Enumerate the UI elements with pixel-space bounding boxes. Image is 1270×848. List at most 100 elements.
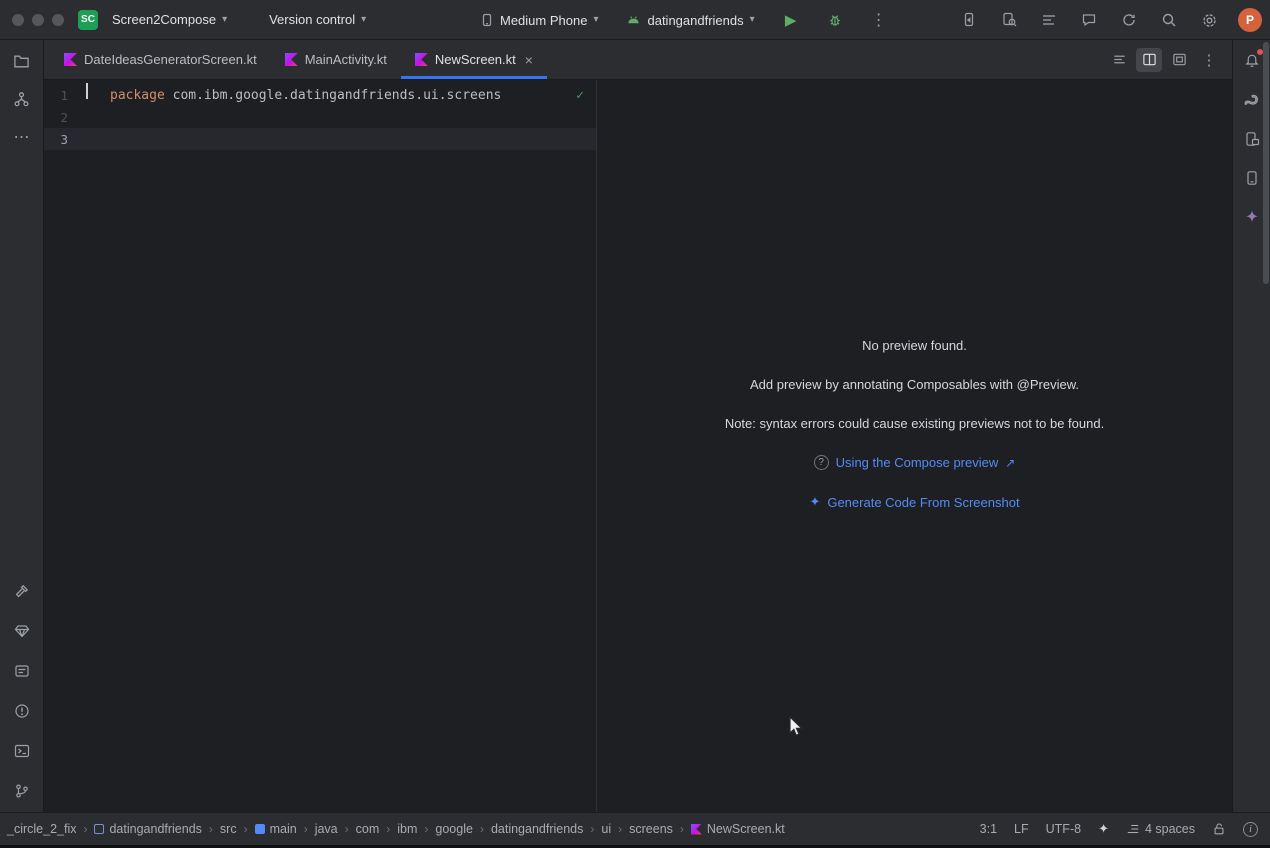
compose-preview-doc-link[interactable]: ? Using the Compose preview ↗	[814, 455, 1016, 470]
editor-line-3[interactable]: 3	[44, 128, 596, 150]
problems-toolwindow-button[interactable]	[8, 698, 36, 724]
breadcrumb-item[interactable]: ibm	[394, 820, 420, 838]
breadcrumb-item[interactable]: main	[252, 820, 300, 838]
gradle-icon	[1243, 92, 1260, 109]
tab-options-button[interactable]: ⋮	[1196, 48, 1222, 72]
terminal-toolwindow-button[interactable]	[8, 738, 36, 764]
source-root-icon	[255, 824, 265, 834]
app-icon: SC	[78, 10, 98, 30]
build-toolwindow-button[interactable]	[8, 578, 36, 604]
run-configuration-selector[interactable]: datingandfriends ▾	[620, 9, 760, 32]
sync-button[interactable]	[1112, 6, 1146, 34]
window-zoom-button[interactable]	[52, 14, 64, 26]
split-view-button[interactable]	[1136, 48, 1162, 72]
search-button[interactable]	[1152, 6, 1186, 34]
breadcrumb-item[interactable]: java	[312, 820, 341, 838]
kebab-icon: ⋮	[865, 10, 893, 30]
breadcrumb-item[interactable]: datingandfriends	[91, 820, 204, 838]
inspections-ok-icon[interactable]: ✓	[576, 88, 584, 103]
sync-icon	[1121, 12, 1137, 28]
code-text: package com.ibm.google.datingandfriends.…	[110, 88, 501, 103]
encoding-widget[interactable]: UTF-8	[1046, 822, 1081, 836]
caret-position-widget[interactable]: 3:1	[980, 822, 997, 836]
tab-mainactivity[interactable]: MainActivity.kt	[271, 40, 401, 79]
app-quality-insights-toolwindow-button[interactable]	[8, 618, 36, 644]
breadcrumb-item[interactable]: google	[432, 820, 476, 838]
chevron-down-icon: ▾	[222, 15, 227, 25]
chevron-right-icon: ›	[385, 822, 391, 836]
logcat-toolwindow-button[interactable]	[8, 658, 36, 684]
android-icon	[626, 13, 641, 27]
titlebar: SC Screen2Compose ▾ Version control ▾ Me…	[0, 0, 1270, 40]
chevron-right-icon: ›	[589, 822, 595, 836]
tab-label: DateIdeasGeneratorScreen.kt	[84, 52, 257, 67]
run-button[interactable]: ▶	[777, 6, 805, 34]
search-icon	[1161, 12, 1177, 28]
breadcrumb-item[interactable]: com	[353, 820, 383, 838]
gradle-toolwindow-button[interactable]	[1238, 87, 1266, 113]
settings-button[interactable]	[1192, 6, 1226, 34]
compose-preview-panel: No preview found. Add preview by annotat…	[596, 80, 1232, 812]
code-editor[interactable]: 1 package com.ibm.google.datingandfriend…	[44, 80, 596, 812]
breadcrumb-item[interactable]: ui	[598, 820, 614, 838]
more-toolwindows-button[interactable]: ⋯	[8, 124, 36, 150]
window-controls[interactable]	[0, 14, 78, 26]
breadcrumb-item[interactable]: NewScreen.kt	[688, 820, 788, 838]
chevron-right-icon: ›	[423, 822, 429, 836]
terminal-icon	[14, 743, 30, 759]
project-toolwindow-button[interactable]	[8, 48, 36, 74]
line-separator-widget[interactable]: LF	[1014, 822, 1029, 836]
chevron-right-icon: ›	[208, 822, 214, 836]
debug-button[interactable]	[821, 6, 849, 34]
preview-message-note: Note: syntax errors could cause existing…	[725, 416, 1104, 431]
tab-newscreen[interactable]: NewScreen.kt ×	[401, 40, 547, 79]
structure-toolwindow-button[interactable]	[8, 86, 36, 112]
design-view-button[interactable]	[1166, 48, 1192, 72]
editor-line-1[interactable]: 1 package com.ibm.google.datingandfriend…	[44, 84, 596, 106]
split-view-icon	[1142, 52, 1157, 67]
logcat-button[interactable]	[1032, 6, 1066, 34]
info-widget[interactable]: i	[1243, 822, 1258, 837]
breadcrumb-item[interactable]: src	[217, 820, 240, 838]
indent-widget[interactable]: 4 spaces	[1126, 822, 1195, 836]
folder-icon	[13, 53, 30, 70]
app-insights-button[interactable]	[1072, 6, 1106, 34]
version-control-menu[interactable]: Version control ▾	[263, 8, 372, 31]
close-icon[interactable]: ×	[525, 52, 533, 68]
notifications-button[interactable]	[1238, 48, 1266, 74]
gemini-status-icon[interactable]: ✦	[1098, 821, 1109, 837]
gemini-toolwindow-button[interactable]	[1238, 204, 1266, 230]
device-selector[interactable]: Medium Phone ▾	[474, 9, 604, 32]
hammer-icon	[14, 583, 30, 599]
project-selector[interactable]: Screen2Compose ▾	[106, 8, 233, 31]
breadcrumb-item[interactable]: screens	[626, 820, 676, 838]
preview-message-hint: Add preview by annotating Composables wi…	[750, 377, 1079, 392]
editor-tabbar: DateIdeasGeneratorScreen.kt MainActivity…	[44, 40, 1232, 80]
chevron-right-icon: ›	[243, 822, 249, 836]
gemini-icon	[1244, 209, 1260, 225]
editor-line-2[interactable]: 2	[44, 106, 596, 128]
generate-code-link[interactable]: ✦ Generate Code From Screenshot	[809, 494, 1019, 510]
code-view-icon	[1112, 52, 1127, 67]
problems-icon	[14, 703, 30, 719]
device-mirroring-icon	[961, 12, 977, 28]
tab-dateideasgeneratorscreen[interactable]: DateIdeasGeneratorScreen.kt	[50, 40, 271, 79]
help-icon: ?	[814, 455, 829, 470]
version-control-toolwindow-button[interactable]	[8, 778, 36, 804]
avatar[interactable]: P	[1238, 8, 1262, 32]
more-actions-button[interactable]: ⋮	[865, 6, 893, 34]
git-branch-icon	[14, 783, 30, 799]
write-access-widget[interactable]	[1212, 822, 1226, 836]
device-mirroring-button[interactable]	[952, 6, 986, 34]
device-manager-icon	[1244, 170, 1260, 186]
scrollbar[interactable]	[1263, 42, 1269, 284]
breadcrumb-item[interactable]: datingandfriends	[488, 820, 586, 838]
layout-inspector-button[interactable]	[992, 6, 1026, 34]
phone-icon	[480, 13, 494, 27]
breadcrumb-item[interactable]: _circle_2_fix	[4, 820, 79, 838]
window-minimize-button[interactable]	[32, 14, 44, 26]
code-view-button[interactable]	[1106, 48, 1132, 72]
device-manager-button[interactable]	[1238, 165, 1266, 191]
window-close-button[interactable]	[12, 14, 24, 26]
device-explorer-button[interactable]	[1238, 126, 1266, 152]
